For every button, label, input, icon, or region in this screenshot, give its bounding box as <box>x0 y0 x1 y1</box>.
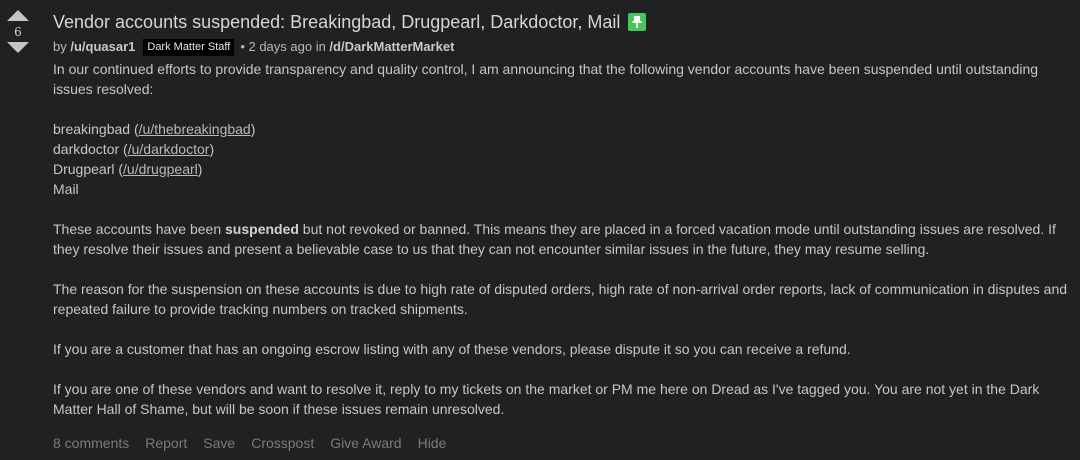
post-content: Vendor accounts suspended: Breakingbad, … <box>53 9 1073 451</box>
author-flair: Dark Matter Staff <box>143 38 235 56</box>
vendor-name: darkdoctor <box>53 141 120 157</box>
vendor-paragraph: If you are one of these vendors and want… <box>53 381 1040 417</box>
intro-paragraph: In our continued efforts to provide tran… <box>53 61 1039 97</box>
suspended-paragraph: These accounts have been suspended but n… <box>53 219 1073 259</box>
meta-time: • 2 days ago in <box>240 39 330 54</box>
post-title[interactable]: Vendor accounts suspended: Breakingbad, … <box>53 10 620 34</box>
vendor-line: darkdoctor (/u/darkdoctor) <box>53 141 215 157</box>
hide-button[interactable]: Hide <box>418 435 447 451</box>
report-button[interactable]: Report <box>145 435 187 451</box>
comments-link[interactable]: 8 comments <box>53 435 129 451</box>
vendor-line: breakingbad (/u/thebreakingbad) <box>53 121 256 137</box>
author-link[interactable]: /u/quasar1 <box>70 38 135 56</box>
vote-column: 6 <box>6 10 30 53</box>
post-body: In our continued efforts to provide tran… <box>53 59 1073 419</box>
suspended-bold: suspended <box>225 221 299 237</box>
suspended-text-pre: These accounts have been <box>53 221 226 237</box>
title-row: Vendor accounts suspended: Breakingbad, … <box>53 9 1073 35</box>
vendor-line: Drugpearl (/u/drugpearl) <box>53 161 203 177</box>
vendor-link[interactable]: /u/drugpearl <box>123 161 198 177</box>
customer-paragraph: If you are a customer that has an ongoin… <box>53 341 851 357</box>
post: 6 Vendor accounts suspended: Breakingbad… <box>0 0 1080 460</box>
post-meta: by /u/quasar1 Dark Matter Staff • 2 days… <box>53 38 1073 56</box>
vendor-name: breakingbad <box>53 121 131 137</box>
reason-paragraph: The reason for the suspension on these a… <box>53 281 1068 317</box>
save-button[interactable]: Save <box>203 435 235 451</box>
pin-icon <box>628 13 647 31</box>
vendor-link[interactable]: /u/thebreakingbad <box>139 121 251 137</box>
meta-by: by <box>53 39 71 54</box>
give-award-button[interactable]: Give Award <box>330 435 401 451</box>
upvote-arrow-icon[interactable] <box>7 10 29 21</box>
post-actions: 8 comments Report Save Crosspost Give Aw… <box>53 435 1073 451</box>
downvote-arrow-icon[interactable] <box>7 42 29 53</box>
vote-score: 6 <box>14 25 22 39</box>
subreddit-link[interactable]: /d/DarkMatterMarket <box>329 38 454 56</box>
vendor-mail: Mail <box>53 181 79 197</box>
vendor-link[interactable]: /u/darkdoctor <box>128 141 210 157</box>
vendor-name: Drugpearl <box>53 161 115 177</box>
crosspost-button[interactable]: Crosspost <box>251 435 314 451</box>
